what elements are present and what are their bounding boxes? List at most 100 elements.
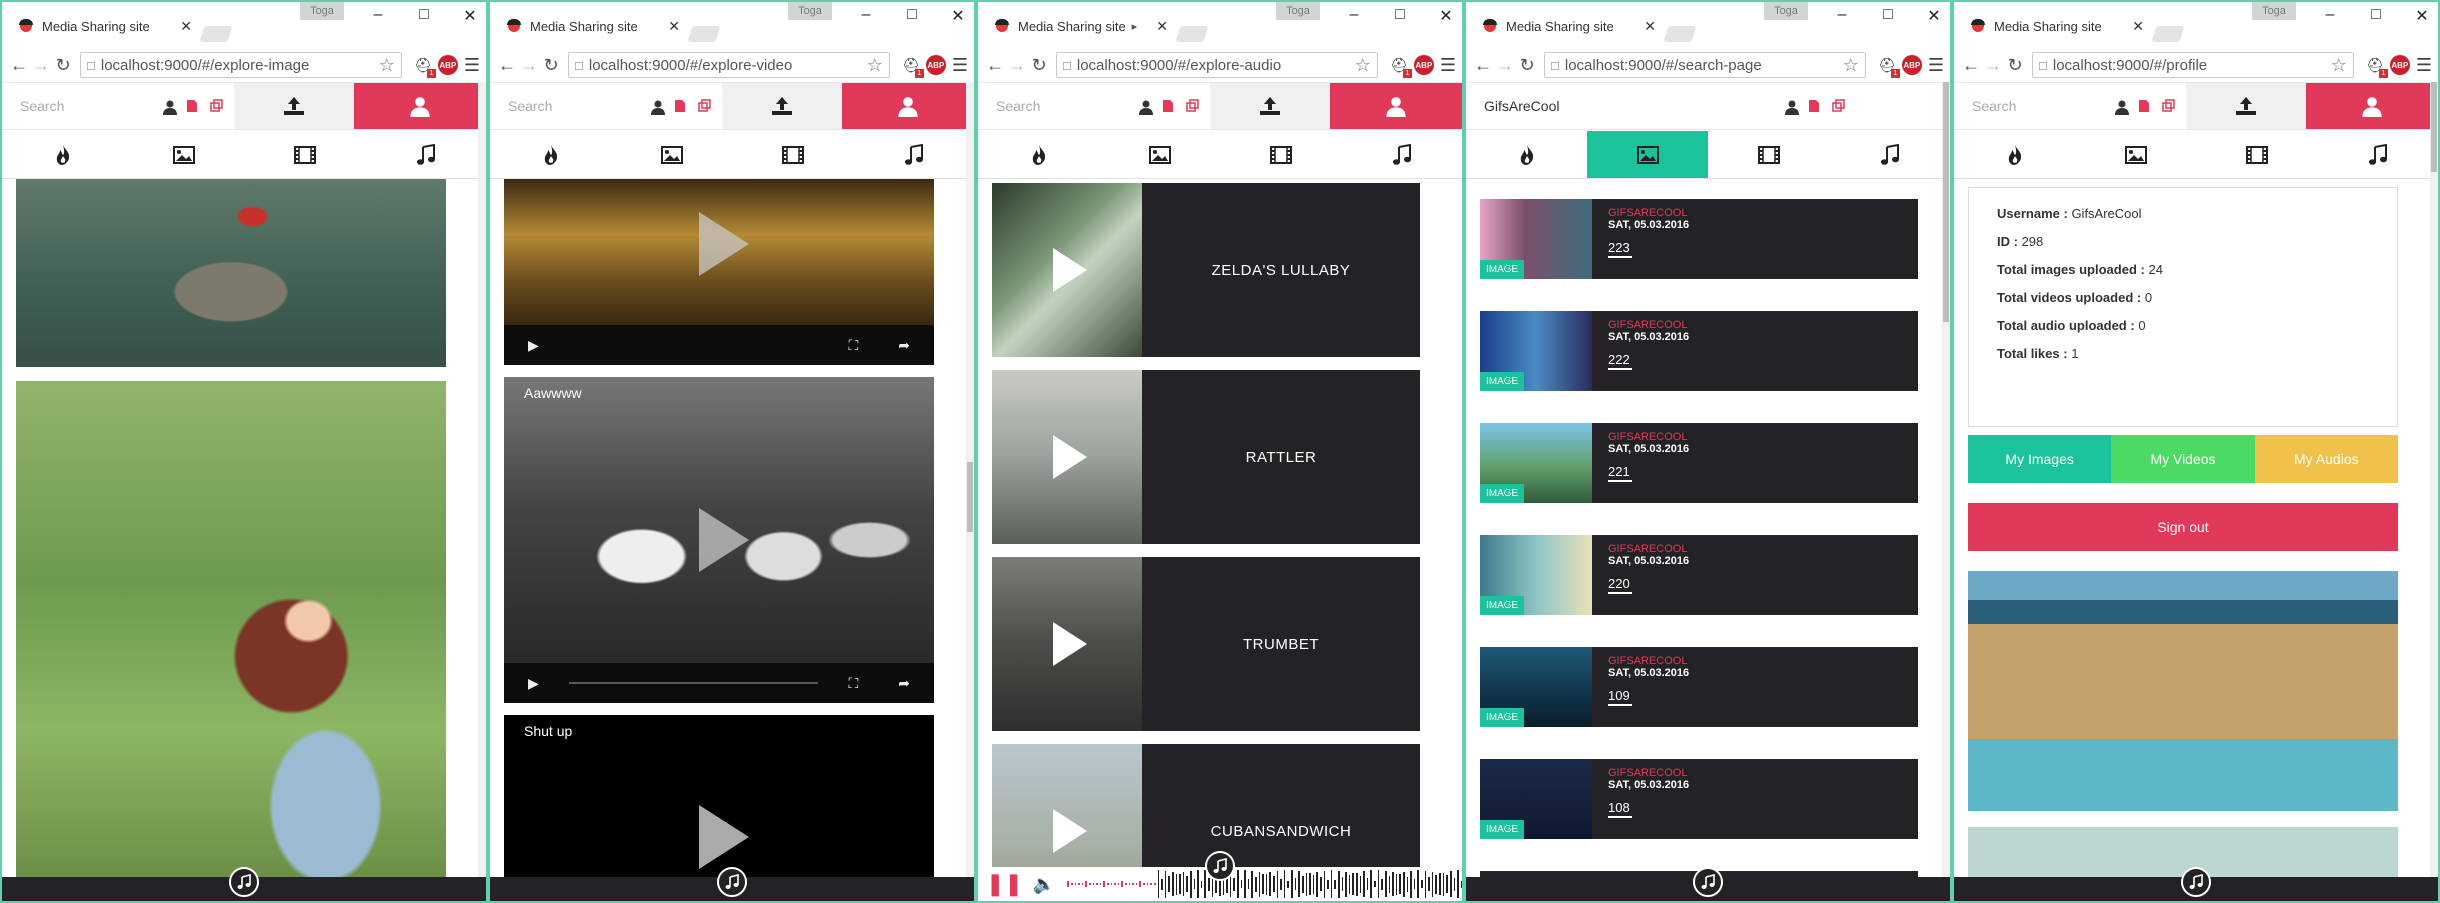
result-username[interactable]: GIFSARECOOL <box>1608 655 1689 667</box>
reload-icon[interactable]: ↻ <box>1028 55 1050 76</box>
tab-popular[interactable] <box>978 131 1099 178</box>
result-username[interactable]: GIFSARECOOL <box>1608 319 1689 331</box>
tab-images[interactable] <box>1587 131 1708 178</box>
back-icon[interactable]: ← <box>1960 55 1982 76</box>
tab-close-icon[interactable]: ✕ <box>2132 18 2144 35</box>
my-audios-button[interactable]: My Audios <box>2254 435 2398 483</box>
close-window-icon[interactable]: ✕ <box>1926 6 1942 26</box>
video-card[interactable]: Shut up <box>504 715 934 879</box>
close-window-icon[interactable]: ✕ <box>2414 6 2430 26</box>
tab-popular[interactable] <box>1466 131 1587 178</box>
result-username[interactable]: GIFSARECOOL <box>1608 767 1689 779</box>
minimize-icon[interactable]: – <box>1834 6 1850 26</box>
reload-icon[interactable]: ↻ <box>52 55 74 76</box>
account-button[interactable] <box>2306 83 2438 129</box>
search-result-row[interactable]: IMAGE GIFSARECOOL SAT, 05.03.2016 220 <box>1480 535 1918 615</box>
adblock-icon[interactable]: ABP <box>1413 55 1434 75</box>
extension-icon[interactable]: ⛑ 1 <box>2364 54 2388 78</box>
tab-audio[interactable] <box>1829 131 1950 178</box>
volume-icon[interactable]: 🔈 <box>1033 874 1055 895</box>
search-result-row[interactable]: IMAGE GIFSARECOOL SAT, 05.03.2016 221 <box>1480 423 1918 503</box>
address-bar[interactable]: □ localhost:9000/#/explore-video ☆ <box>568 52 890 78</box>
share-icon[interactable]: ➦ <box>898 337 910 354</box>
search-input[interactable]: Search <box>978 83 1210 129</box>
tab-audio[interactable] <box>2317 131 2438 178</box>
result-username[interactable]: GIFSARECOOL <box>1608 543 1689 555</box>
chrome-menu-icon[interactable]: ☰ <box>1928 55 1944 76</box>
user-filter-icon[interactable] <box>2114 99 2129 115</box>
document-icon[interactable] <box>674 99 688 113</box>
tab-images[interactable] <box>123 131 244 178</box>
adblock-icon[interactable]: ABP <box>437 55 458 75</box>
document-icon[interactable] <box>2138 99 2152 113</box>
my-images-button[interactable]: My Images <box>1968 435 2112 483</box>
tab-popular[interactable] <box>2 131 123 178</box>
chrome-menu-icon[interactable]: ☰ <box>952 55 968 76</box>
music-player-toggle[interactable] <box>1205 851 1235 881</box>
tab-images[interactable] <box>1099 131 1220 178</box>
copy-icon[interactable] <box>1832 99 1846 113</box>
tab-images[interactable] <box>2075 131 2196 178</box>
scrollbar-thumb[interactable] <box>1943 82 1949 322</box>
new-tab-button[interactable] <box>687 26 721 42</box>
back-icon[interactable]: ← <box>496 55 518 76</box>
video-play-overlay-icon[interactable] <box>699 212 749 276</box>
account-button[interactable] <box>1330 83 1462 129</box>
bookmark-star-icon[interactable]: ☆ <box>379 55 395 76</box>
minimize-icon[interactable]: – <box>858 6 874 26</box>
address-bar[interactable]: □ localhost:9000/#/explore-image ☆ <box>80 52 402 78</box>
result-username[interactable]: GIFSARECOOL <box>1608 431 1689 443</box>
back-icon[interactable]: ← <box>8 55 30 76</box>
result-username[interactable]: GIFSARECOOL <box>1608 207 1689 219</box>
close-window-icon[interactable]: ✕ <box>462 6 478 26</box>
minimize-icon[interactable]: – <box>370 6 386 26</box>
document-icon[interactable] <box>186 99 200 113</box>
tab-close-icon[interactable]: ✕ <box>180 18 192 35</box>
pause-icon[interactable]: ❚❚ <box>986 871 1023 897</box>
forward-icon[interactable]: → <box>30 55 52 76</box>
page-scrollbar[interactable] <box>478 82 486 879</box>
audio-play-icon[interactable] <box>1053 435 1087 479</box>
video-card[interactable]: Aawwww ▶ ⛶ ➦ <box>504 377 934 703</box>
tab-audio[interactable] <box>365 131 486 178</box>
tab-close-icon[interactable]: ✕ <box>668 18 680 35</box>
tab-popular[interactable] <box>1954 131 2075 178</box>
address-bar[interactable]: □ localhost:9000/#/search-page ☆ <box>1544 52 1866 78</box>
forward-icon[interactable]: → <box>1982 55 2004 76</box>
tab-images[interactable] <box>611 131 732 178</box>
search-result-row[interactable]: IMAGE GIFSARECOOL SAT, 05.03.2016 223 <box>1480 199 1918 279</box>
tab-videos[interactable] <box>1708 131 1829 178</box>
upload-button[interactable] <box>1210 83 1330 129</box>
search-result-row[interactable]: IMAGE GIFSARECOOL SAT, 05.03.2016 222 <box>1480 311 1918 391</box>
back-icon[interactable]: ← <box>1472 55 1494 76</box>
new-tab-button[interactable] <box>2151 26 2185 42</box>
extension-icon[interactable]: ⛑ 1 <box>412 54 436 78</box>
adblock-icon[interactable]: ABP <box>1901 55 1922 75</box>
scrollbar-thumb[interactable] <box>967 462 973 532</box>
tab-videos[interactable] <box>1220 131 1341 178</box>
chrome-menu-icon[interactable]: ☰ <box>464 55 480 76</box>
address-bar[interactable]: □ localhost:9000/#/profile ☆ <box>2032 52 2354 78</box>
user-filter-icon[interactable] <box>1138 99 1153 115</box>
search-input[interactable]: Search <box>2 83 234 129</box>
search-input[interactable]: GifsAreCool <box>1466 83 1856 129</box>
bookmark-star-icon[interactable]: ☆ <box>1355 55 1371 76</box>
address-bar[interactable]: □ localhost:9000/#/explore-audio ☆ <box>1056 52 1378 78</box>
sign-out-button[interactable]: Sign out <box>1968 503 2398 551</box>
new-tab-button[interactable] <box>1663 26 1697 42</box>
tab-close-icon[interactable]: ✕ <box>1156 18 1168 35</box>
reload-icon[interactable]: ↻ <box>540 55 562 76</box>
minimize-icon[interactable]: – <box>2322 6 2338 26</box>
tab-audio[interactable] <box>1341 131 1462 178</box>
video-play-overlay-icon[interactable] <box>699 805 749 869</box>
user-filter-icon[interactable] <box>1784 99 1799 115</box>
tab-audio[interactable] <box>853 131 974 178</box>
audio-card[interactable]: RATTLER <box>992 370 1420 544</box>
forward-icon[interactable]: → <box>1494 55 1516 76</box>
tab-close-icon[interactable]: ✕ <box>1644 18 1656 35</box>
extension-icon[interactable]: ⛑ 1 <box>900 54 924 78</box>
share-icon[interactable]: ➦ <box>898 675 910 692</box>
music-player-toggle[interactable] <box>717 867 747 897</box>
new-tab-button[interactable] <box>1175 26 1209 42</box>
copy-icon[interactable] <box>2162 99 2176 113</box>
